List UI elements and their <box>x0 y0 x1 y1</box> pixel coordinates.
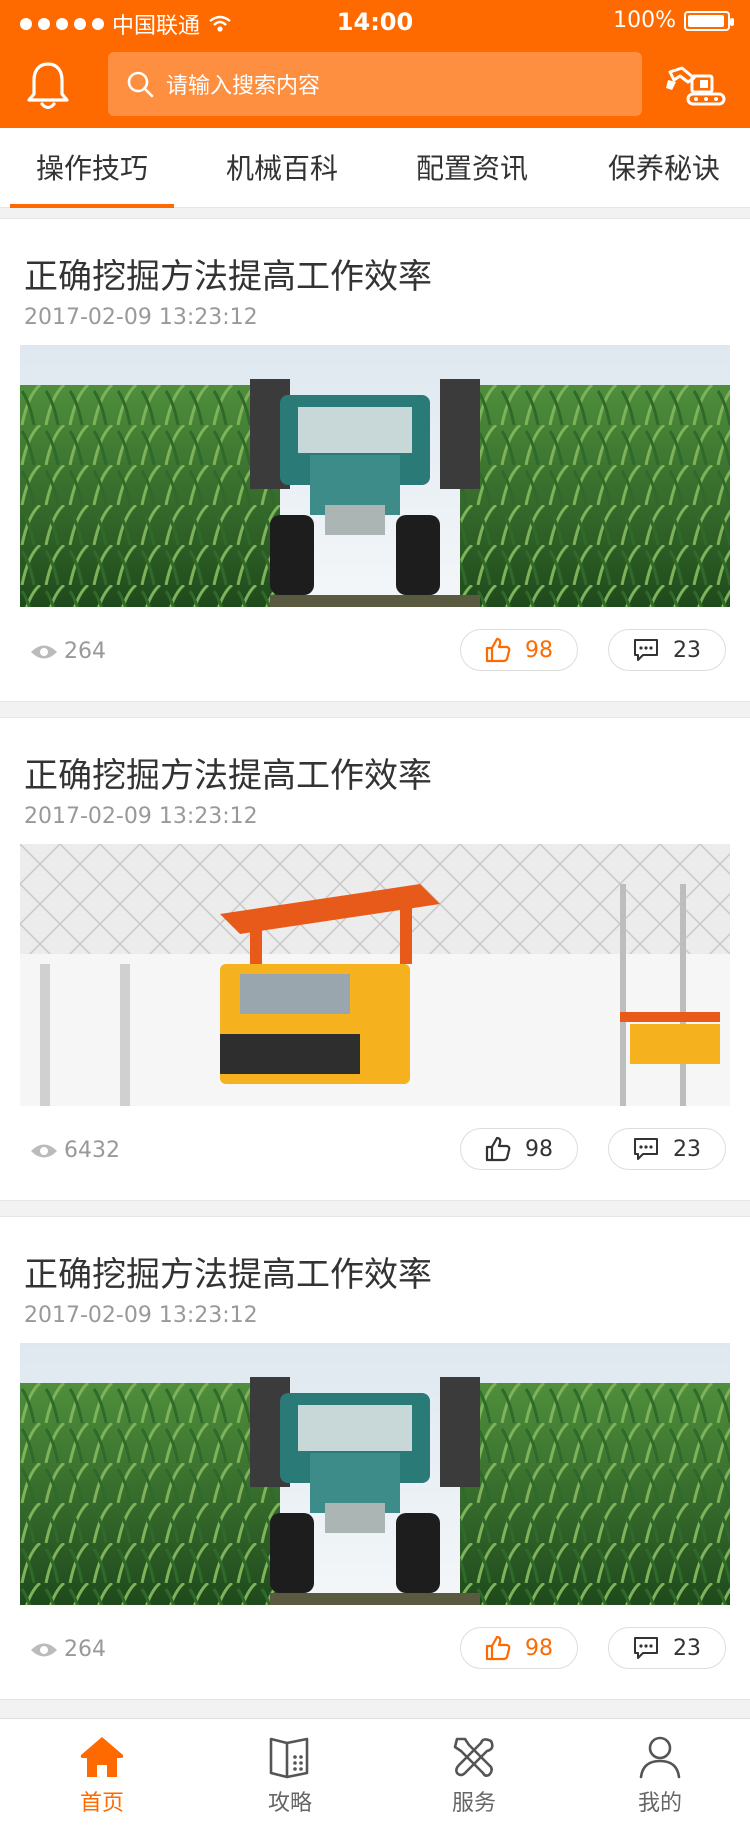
article-image-tractor <box>20 345 730 607</box>
comment-count: 23 <box>673 1635 701 1661</box>
article-date: 2017-02-09 13:23:12 <box>24 305 258 330</box>
battery-label: 100% <box>613 8 676 33</box>
status-bar: 中国联通 14:00 100% <box>0 0 750 44</box>
comment-icon <box>634 639 658 661</box>
tab-operation-tips[interactable]: 操作技巧 <box>10 128 174 208</box>
article-image-tractor <box>20 1343 730 1605</box>
article-title: 正确挖掘方法提高工作效率 <box>24 756 432 796</box>
view-count-value: 264 <box>64 639 106 664</box>
nav-item-home[interactable]: 首页 <box>42 1719 162 1826</box>
like-count: 98 <box>525 1635 553 1661</box>
nav-item-services[interactable]: 服务 <box>414 1719 534 1826</box>
search-placeholder: 请输入搜索内容 <box>166 74 321 99</box>
comment-button[interactable]: 23 <box>608 629 726 671</box>
nav-item-profile[interactable]: 我的 <box>600 1719 720 1826</box>
nav-label: 首页 <box>79 1791 124 1816</box>
status-right: 100% <box>613 8 734 33</box>
article-date: 2017-02-09 13:23:12 <box>24 804 258 829</box>
view-count-value: 6432 <box>64 1138 120 1163</box>
tab-maintenance-tips[interactable]: 保养秘诀 <box>582 128 746 208</box>
article-title: 正确挖掘方法提高工作效率 <box>24 257 432 297</box>
view-count-value: 264 <box>64 1637 106 1662</box>
user-icon <box>639 1736 681 1779</box>
like-count: 98 <box>525 1136 553 1162</box>
nav-item-guides[interactable]: 攻略 <box>230 1719 350 1826</box>
article-title: 正确挖掘方法提高工作效率 <box>24 1255 432 1295</box>
bell-icon[interactable] <box>26 60 70 112</box>
app-header: 中国联通 14:00 100% 请输入搜索内容 <box>0 0 750 128</box>
thumbs-up-icon <box>485 637 511 663</box>
view-count: 264 <box>30 1637 106 1662</box>
home-icon <box>80 1737 124 1777</box>
like-button[interactable]: 98 <box>460 1627 578 1669</box>
search-input[interactable]: 请输入搜索内容 <box>108 52 642 116</box>
comment-count: 23 <box>673 637 701 663</box>
book-icon <box>269 1737 309 1779</box>
thumbs-up-icon <box>485 1635 511 1661</box>
excavator-icon[interactable] <box>664 64 728 108</box>
search-icon <box>127 71 154 98</box>
article-card[interactable]: 正确挖掘方法提高工作效率 2017-02-09 13:23:12 264 98 … <box>0 218 750 702</box>
eye-icon <box>31 1144 57 1157</box>
nav-label: 攻略 <box>267 1791 312 1816</box>
article-card[interactable]: 正确挖掘方法提高工作效率 2017-02-09 13:23:12 6432 98… <box>0 717 750 1201</box>
tools-icon <box>453 1737 494 1777</box>
like-button[interactable]: 98 <box>460 1128 578 1170</box>
article-image-truck <box>20 844 730 1106</box>
view-count: 6432 <box>30 1138 120 1163</box>
comment-icon <box>634 1138 658 1160</box>
comment-icon <box>634 1637 658 1659</box>
eye-icon <box>31 645 57 658</box>
article-card[interactable]: 正确挖掘方法提高工作效率 2017-02-09 13:23:12 264 98 … <box>0 1216 750 1700</box>
view-count: 264 <box>30 639 106 664</box>
comment-count: 23 <box>673 1136 701 1162</box>
battery-icon <box>684 10 734 31</box>
tab-config-news[interactable]: 配置资讯 <box>390 128 554 208</box>
thumbs-up-icon <box>485 1136 511 1162</box>
category-tabs: 操作技巧 机械百科 配置资讯 保养秘诀 <box>0 128 750 208</box>
like-count: 98 <box>525 637 553 663</box>
like-button[interactable]: 98 <box>460 629 578 671</box>
eye-icon <box>31 1643 57 1656</box>
bottom-nav: 首页 攻略 服务 我的 <box>0 1718 750 1826</box>
nav-label: 我的 <box>637 1791 682 1816</box>
comment-button[interactable]: 23 <box>608 1128 726 1170</box>
nav-label: 服务 <box>451 1791 496 1816</box>
comment-button[interactable]: 23 <box>608 1627 726 1669</box>
article-date: 2017-02-09 13:23:12 <box>24 1303 258 1328</box>
tab-machinery-encyclopedia[interactable]: 机械百科 <box>200 128 364 208</box>
